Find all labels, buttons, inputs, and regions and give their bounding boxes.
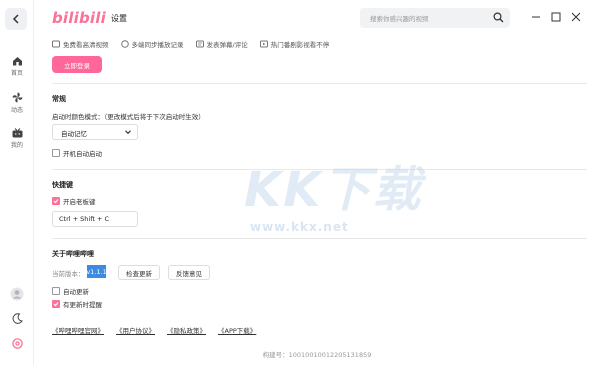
play-icon	[259, 40, 268, 48]
autostart-checkbox[interactable]: 开机自动启动	[52, 148, 102, 158]
theme-mode-label: 启动时颜色模式：（更改模式后将于下次启动时生效）	[52, 113, 205, 121]
page-title: 设置	[111, 14, 127, 23]
auto-update-label: 自动更新	[63, 288, 89, 296]
update-notify-label: 有更新时提醒	[63, 301, 102, 309]
maximize-icon[interactable]	[551, 12, 561, 22]
theme-mode-select[interactable]: 自动记忆	[52, 124, 138, 140]
divider	[52, 169, 587, 170]
sidebar-item-label: 动态	[10, 107, 23, 114]
divider	[52, 238, 587, 239]
section-title-general: 常规	[52, 95, 66, 103]
benefit-label: 发表弹幕/评论	[206, 41, 248, 49]
version-value: v1.1.1	[86, 265, 107, 278]
benefit-item: 热门番剧影视看不停	[259, 39, 330, 49]
boss-key-input[interactable]: Ctrl + Shift + C	[52, 211, 138, 227]
link-app-download[interactable]: 《APP下载》	[218, 325, 256, 335]
chevron-left-icon	[12, 14, 19, 24]
search-placeholder: 搜索你感兴趣的视频	[370, 15, 429, 23]
theme-mode-value: 自动记忆	[61, 130, 87, 138]
theme-toggle-button[interactable]	[0, 313, 34, 324]
check-icon	[53, 199, 59, 204]
moon-icon	[12, 313, 23, 324]
benefit-item: 免费看高清视频	[52, 39, 109, 49]
auto-update-checkbox[interactable]: 自动更新	[52, 286, 89, 296]
boss-key-label: 开启老板键	[63, 198, 96, 206]
link-official-site[interactable]: 《哔哩哔哩官网》	[52, 325, 104, 335]
benefit-item: 发表弹幕/评论	[195, 39, 248, 49]
checkbox-box-checked[interactable]	[52, 300, 60, 308]
benefit-item: 多端同步播放记录	[120, 39, 184, 49]
section-title-shortcuts: 快捷键	[52, 181, 73, 189]
sidebar-item-label: 首页	[10, 70, 23, 77]
home-icon	[12, 57, 22, 66]
build-number: 构建号：1001001001220513185​9	[262, 351, 372, 359]
settings-icon	[11, 338, 23, 349]
divider	[52, 83, 587, 84]
boss-key-checkbox[interactable]: 开启老板键	[52, 196, 96, 206]
settings-button[interactable]	[0, 338, 34, 349]
sidebar: 首页 动态 我的	[0, 0, 34, 365]
avatar-icon	[10, 287, 24, 301]
checkbox-box-checked[interactable]	[52, 197, 60, 205]
autostart-label: 开机自动启动	[63, 150, 102, 158]
avatar[interactable]	[0, 287, 34, 301]
sidebar-item-label: 我的	[10, 142, 23, 149]
benefit-label: 免费看高清视频	[63, 41, 109, 49]
chevron-down-icon	[125, 130, 131, 135]
check-icon	[53, 302, 59, 307]
update-notify-checkbox[interactable]: 有更新时提醒	[52, 299, 102, 309]
minimize-icon[interactable]	[531, 12, 541, 22]
feedback-button[interactable]: 反馈意见	[168, 265, 210, 280]
section-title-about: 关于哔哩哔哩	[52, 250, 94, 258]
checkbox-box[interactable]	[52, 287, 60, 295]
bilibili-logo: bilibili	[52, 9, 106, 27]
tv-icon	[12, 128, 22, 138]
search-icon[interactable]	[493, 12, 504, 23]
close-icon[interactable]	[571, 12, 581, 22]
top-bar: bilibili 设置 搜索你感兴趣的视频	[34, 0, 600, 38]
version-label: 当前版本：	[52, 270, 85, 278]
fan-icon	[12, 92, 22, 103]
back-button[interactable]	[5, 8, 27, 30]
login-benefits: 免费看高清视频 多端同步播放记录 发表弹幕/评论 热门番剧影视看不停	[52, 39, 329, 49]
check-update-button[interactable]: 检查更新	[118, 265, 160, 280]
checkbox-box[interactable]	[52, 149, 60, 157]
sidebar-item-home[interactable]: 首页	[0, 56, 34, 77]
danmaku-icon	[195, 40, 204, 48]
link-user-agreement[interactable]: 《用户协议》	[116, 325, 155, 335]
search-input[interactable]: 搜索你感兴趣的视频	[360, 8, 510, 28]
sidebar-item-mine[interactable]: 我的	[0, 128, 34, 149]
legal-links: 《哔哩哔哩官网》 《用户协议》 《隐私政策》 《APP下载》	[52, 325, 256, 335]
login-button[interactable]: 立即登录	[52, 56, 102, 73]
hd-icon	[52, 40, 60, 48]
link-privacy-policy[interactable]: 《隐私政策》	[167, 325, 206, 335]
sync-icon	[120, 40, 129, 48]
settings-content: 免费看高清视频 多端同步播放记录 发表弹幕/评论 热门番剧影视看不停 立即登录 …	[34, 38, 600, 365]
sidebar-item-dynamic[interactable]: 动态	[0, 92, 34, 114]
benefit-label: 热门番剧影视看不停	[270, 41, 330, 49]
benefit-label: 多端同步播放记录	[131, 41, 184, 49]
